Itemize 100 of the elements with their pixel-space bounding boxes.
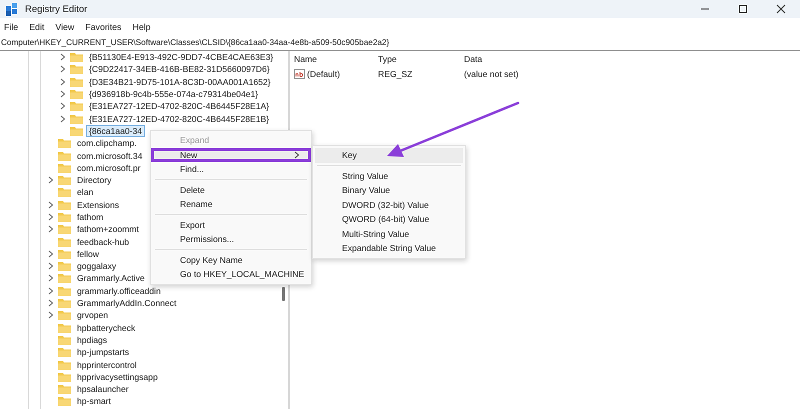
chevron-icon[interactable]	[48, 200, 54, 209]
maximize-icon	[738, 4, 748, 14]
chevron-icon[interactable]	[48, 262, 54, 270]
folder-icon	[70, 126, 83, 136]
folder-icon	[70, 89, 83, 100]
tree-item[interactable]: hpprintercontrol	[74, 358, 140, 371]
tree-item[interactable]: Grammarly.Active	[74, 272, 148, 284]
folder-icon	[58, 286, 71, 296]
tree-item[interactable]: hp-smart	[74, 395, 114, 408]
menu-item[interactable]: Export	[153, 218, 309, 232]
tree-item[interactable]: fathom+zoommt	[74, 223, 142, 236]
tree-item[interactable]: hpsalauncher	[74, 383, 132, 396]
window-title: Registry Editor	[25, 4, 88, 14]
menu-item[interactable]: DWORD (32-bit) Value	[315, 198, 463, 212]
tree-item[interactable]: grvopen	[74, 309, 112, 322]
tree-item[interactable]: com.microsoft.pr	[74, 162, 144, 174]
chevron-icon[interactable]	[48, 213, 54, 221]
tree-item[interactable]: com.clipchamp.	[74, 137, 140, 150]
close-icon	[776, 4, 786, 14]
chevron-icon[interactable]	[48, 299, 54, 308]
menu-item[interactable]: Help	[132, 22, 151, 32]
folder-icon	[58, 187, 71, 198]
menu-item[interactable]: String Value	[315, 168, 463, 183]
menu-item[interactable]: Delete	[153, 182, 309, 197]
tree-item[interactable]: {86ca1aa0-34	[86, 124, 146, 137]
tree-item[interactable]: GrammarlyAddIn.Connect	[74, 297, 180, 310]
tree-item[interactable]: com.microsoft.34	[74, 150, 146, 162]
folder-icon	[58, 384, 71, 394]
folder-icon	[70, 52, 83, 62]
string-value-icon	[294, 68, 305, 78]
menu-item[interactable]: Edit	[29, 22, 44, 32]
scrollbar-thumb[interactable]	[282, 287, 285, 301]
folder-icon	[58, 138, 71, 148]
menu-item[interactable]: Permissions...	[153, 232, 309, 246]
tree-item[interactable]: elan	[74, 186, 96, 198]
tree-item[interactable]: Extensions	[74, 198, 122, 211]
folder-icon	[58, 273, 71, 284]
folder-icon	[58, 162, 71, 173]
tree-item[interactable]: hp-jumpstarts	[74, 346, 132, 358]
value-data: (value not set)	[464, 68, 518, 78]
menu-item[interactable]: Favorites	[85, 22, 122, 32]
tree-item[interactable]: {E31EA727-12ED-4702-820C-4B6445F28E1B}	[86, 112, 272, 125]
menu-item[interactable]: View	[55, 22, 74, 32]
tree-item[interactable]: fathom	[74, 211, 106, 223]
tree-item[interactable]: fellow	[74, 248, 102, 260]
folder-icon	[58, 310, 71, 320]
folder-icon	[70, 64, 83, 74]
menu-item[interactable]: New	[151, 148, 311, 162]
tree-item[interactable]: hpbatterycheck	[74, 322, 138, 334]
column-header[interactable]: Data	[464, 54, 482, 64]
folder-icon	[58, 360, 71, 370]
chevron-icon[interactable]	[48, 274, 54, 282]
tree-item[interactable]: {d936918b-9c4b-555e-074a-c79314be04e1}	[86, 88, 262, 100]
chevron-icon[interactable]	[60, 102, 66, 110]
folder-icon	[58, 224, 71, 234]
menu-item[interactable]: Multi-String Value	[315, 226, 463, 241]
tree-item[interactable]: {B51130E4-E913-492C-9DD7-4CBE4CAE63E3}	[86, 51, 276, 64]
folder-icon	[58, 372, 71, 382]
chevron-icon[interactable]	[48, 176, 54, 184]
registry-cubes-icon	[6, 2, 19, 16]
tree-item[interactable]: feedback-hub	[74, 236, 132, 248]
chevron-icon[interactable]	[48, 250, 54, 258]
menu-item[interactable]: Binary Value	[315, 183, 463, 198]
folder-icon	[58, 334, 71, 345]
folder-icon	[58, 248, 71, 259]
menu-item[interactable]: File	[4, 22, 18, 32]
tree-item[interactable]: grammarly.officeaddin	[74, 284, 164, 297]
menu-item[interactable]: Find...	[153, 162, 309, 176]
address-bar[interactable]: Computer\HKEY_CURRENT_USER\Software\Classes\CLSID\{86ca1aa0-34aa-4e8b-a509-50c905bae2a2}	[0, 36, 800, 51]
column-header[interactable]: Name	[294, 54, 378, 64]
chevron-icon[interactable]	[48, 225, 54, 234]
tree-item[interactable]: {C9D22417-34EB-416B-BE82-31D5660097D6}	[86, 63, 273, 76]
menu-item[interactable]: Copy Key Name	[153, 252, 309, 267]
folder-icon	[70, 114, 83, 124]
folder-icon	[58, 396, 71, 406]
menu-item[interactable]: Rename	[153, 197, 309, 212]
tree-item[interactable]: Directory	[74, 174, 114, 186]
chevron-icon[interactable]	[60, 114, 66, 123]
tree-item[interactable]: {E31EA727-12ED-4702-820C-4B6445F28E1A}	[86, 100, 272, 112]
chevron-icon[interactable]	[60, 90, 66, 98]
folder-icon	[58, 261, 71, 272]
tree-item[interactable]: hpprivacysettingsapp	[74, 370, 161, 383]
chevron-icon[interactable]	[60, 78, 66, 86]
menu-item[interactable]: QWORD (64-bit) Value	[315, 212, 463, 226]
folder-icon	[58, 298, 71, 308]
menu-item[interactable]: Key	[315, 148, 463, 162]
folder-icon	[58, 150, 71, 161]
tree-item[interactable]: hpdiags	[74, 334, 110, 346]
folder-icon	[70, 76, 83, 87]
value-type: REG_SZ	[378, 68, 414, 78]
tree-item[interactable]: goggalaxy	[74, 260, 120, 272]
chevron-icon[interactable]	[48, 311, 54, 320]
chevron-icon[interactable]	[60, 65, 66, 74]
value-name[interactable]: (Default)	[307, 68, 340, 78]
menu-item[interactable]: Expandable String Value	[315, 241, 463, 256]
chevron-icon[interactable]	[60, 53, 66, 62]
menu-item[interactable]: Go to HKEY_LOCAL_MACHINE	[153, 267, 309, 282]
column-header[interactable]: Type	[378, 54, 464, 64]
chevron-icon[interactable]	[48, 286, 54, 295]
tree-item[interactable]: {D3E34B21-9D75-101A-8C3D-00AA001A1652}	[86, 76, 274, 88]
